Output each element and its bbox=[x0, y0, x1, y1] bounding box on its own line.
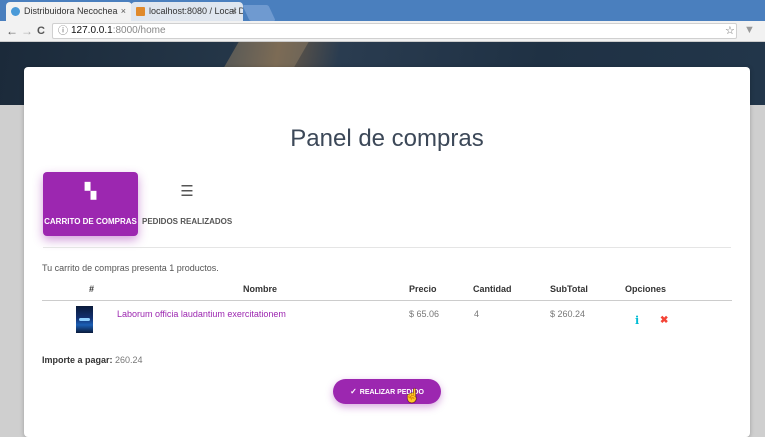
total-value: 260.24 bbox=[115, 355, 143, 365]
bookmark-star-icon[interactable]: ☆ bbox=[725, 24, 735, 37]
browser-tab-inactive[interactable]: localhost:8080 / Local D... × bbox=[131, 2, 243, 21]
url-path: :8000/home bbox=[112, 25, 166, 36]
tab-cart[interactable]: ▚ CARRITO DE COMPRAS bbox=[43, 172, 138, 236]
place-order-button[interactable]: ✓ REALIZAR PEDIDO bbox=[333, 379, 441, 404]
close-tab-icon[interactable]: × bbox=[232, 2, 237, 21]
forward-arrow-icon[interactable]: → bbox=[21, 23, 33, 39]
reload-icon[interactable]: C bbox=[37, 23, 45, 39]
browser-tab-bar: Distribuidora Necochea × localhost:8080 … bbox=[0, 0, 765, 21]
table-header-line bbox=[42, 300, 732, 301]
total-label: Importe a pagar: bbox=[42, 355, 113, 365]
product-price: $ 65.06 bbox=[409, 309, 440, 319]
column-header-subtotal: SubTotal bbox=[550, 284, 588, 294]
hand-cursor-icon: ☝ bbox=[404, 388, 421, 403]
column-header-index: # bbox=[89, 284, 95, 294]
tabs-divider bbox=[43, 247, 731, 248]
column-header-options: Opciones bbox=[625, 284, 667, 294]
column-header-price: Precio bbox=[409, 284, 437, 294]
tab-cart-label: CARRITO DE COMPRAS bbox=[44, 217, 137, 226]
tab-orders-label: PEDIDOS REALIZADOS bbox=[142, 217, 233, 226]
extension-icon[interactable]: ▼ bbox=[744, 24, 755, 36]
list-icon: ☰ bbox=[180, 183, 194, 200]
dashboard-icon: ▚ bbox=[84, 183, 97, 200]
purchase-panel-card: Panel de compras ▚ CARRITO DE COMPRAS ☰ … bbox=[24, 67, 750, 437]
cart-summary: Tu carrito de compras presenta 1 product… bbox=[42, 263, 219, 273]
check-icon: ✓ bbox=[350, 387, 357, 396]
address-bar[interactable]: ⓘ 127.0.0.1:8000/home bbox=[52, 23, 737, 39]
delete-icon[interactable]: ✖ bbox=[660, 315, 668, 326]
tab-orders[interactable]: ☰ PEDIDOS REALIZADOS bbox=[142, 172, 232, 236]
browser-tab-title: Distribuidora Necochea bbox=[24, 6, 118, 16]
url-host: 127.0.0.1 bbox=[71, 25, 113, 36]
total-to-pay: Importe a pagar: 260.24 bbox=[42, 355, 143, 365]
new-tab-button[interactable] bbox=[242, 5, 276, 21]
back-arrow-icon[interactable]: ← bbox=[6, 23, 18, 39]
column-header-name: Nombre bbox=[243, 284, 278, 294]
column-header-quantity: Cantidad bbox=[473, 284, 512, 294]
product-name-link[interactable]: Laborum officia laudantium exercitatione… bbox=[117, 309, 286, 319]
browser-tab-active[interactable]: Distribuidora Necochea × bbox=[6, 2, 132, 21]
browser-toolbar: ← → C ⓘ 127.0.0.1:8000/home ☆ ▼ bbox=[0, 21, 765, 42]
site-favicon-icon bbox=[11, 7, 20, 16]
product-thumbnail bbox=[76, 306, 93, 333]
product-subtotal: $ 260.24 bbox=[550, 309, 586, 319]
browser-tab-title: localhost:8080 / Local D... bbox=[149, 6, 243, 16]
page-title: Panel de compras bbox=[290, 125, 484, 152]
phpmyadmin-favicon-icon bbox=[136, 7, 145, 16]
close-tab-icon[interactable]: × bbox=[121, 2, 126, 21]
site-info-icon[interactable]: ⓘ bbox=[58, 25, 68, 39]
product-quantity: 4 bbox=[474, 309, 480, 319]
info-icon[interactable]: i bbox=[635, 314, 639, 327]
